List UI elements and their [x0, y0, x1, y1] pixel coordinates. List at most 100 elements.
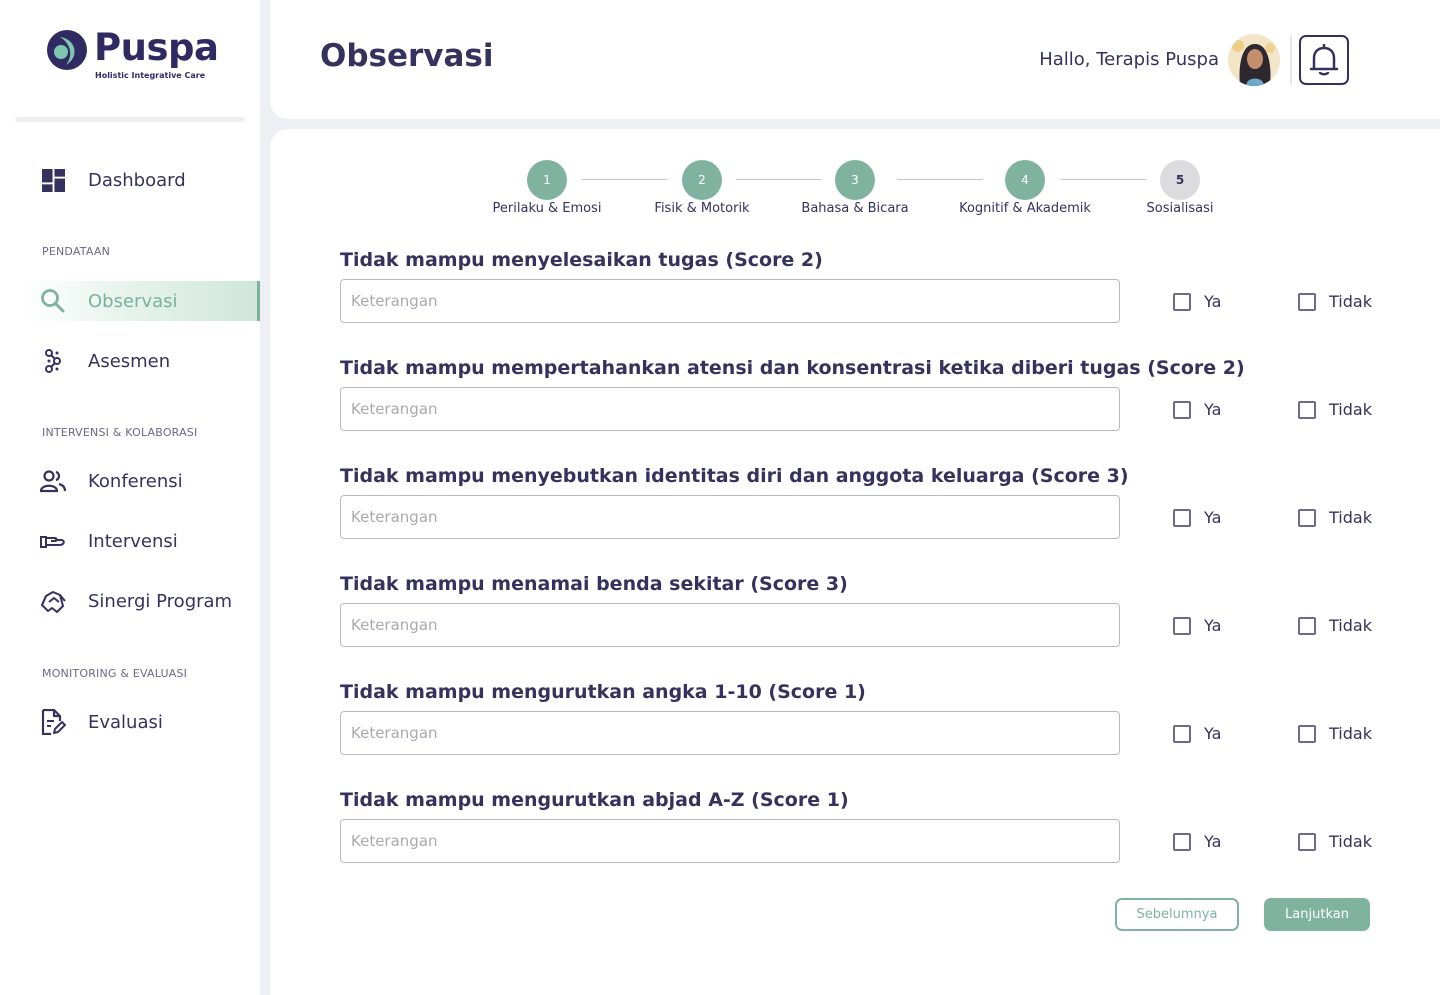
page-title: Observasi — [320, 38, 494, 74]
step-connector — [897, 179, 983, 180]
no-option[interactable]: Tidak — [1298, 616, 1372, 635]
brand-name: Puspa — [94, 26, 219, 69]
step-label: Sosialisasi — [1146, 201, 1214, 216]
greeting-text: Hallo, Terapis Puspa — [1039, 49, 1219, 70]
section-title-pendataan: PENDATAAN — [42, 245, 111, 258]
brand-tagline: Holistic Integrative Care — [95, 71, 206, 80]
step-label: Kognitif & Akademik — [959, 201, 1091, 216]
step-1[interactable]: 1 — [527, 160, 567, 200]
keterangan-input[interactable] — [340, 387, 1120, 431]
keterangan-input[interactable] — [340, 711, 1120, 755]
section-title-intervensi: INTERVENSI & KOLABORASI — [42, 426, 198, 439]
search-icon — [41, 289, 65, 313]
yes-checkbox[interactable] — [1173, 400, 1191, 419]
section-title-monitoring: MONITORING & EVALUASI — [42, 667, 188, 680]
sidebar-item-dashboard[interactable]: Dashboard — [0, 160, 260, 200]
no-label: Tidak — [1329, 724, 1372, 743]
no-option[interactable]: Tidak — [1298, 724, 1372, 743]
question-title: Tidak mampu menyebutkan identitas diri d… — [340, 465, 1129, 487]
dashboard-icon — [42, 169, 65, 192]
no-checkbox[interactable] — [1298, 832, 1316, 851]
yes-checkbox[interactable] — [1173, 616, 1191, 635]
keterangan-input[interactable] — [340, 819, 1120, 863]
no-option[interactable]: Tidak — [1298, 832, 1372, 851]
brand-logo[interactable]: Puspa Holistic Integrative Care — [46, 26, 219, 88]
top-header: Observasi Hallo, Terapis Puspa — [270, 0, 1440, 119]
hand-icon — [40, 536, 65, 548]
keterangan-input[interactable] — [340, 495, 1120, 539]
question-title: Tidak mampu menamai benda sekitar (Score… — [340, 573, 848, 595]
yes-option[interactable]: Ya — [1173, 832, 1221, 851]
yes-checkbox[interactable] — [1173, 292, 1191, 311]
yes-checkbox[interactable] — [1173, 832, 1191, 851]
yes-option[interactable]: Ya — [1173, 616, 1221, 635]
sidebar-item-label: Sinergi Program — [88, 590, 233, 612]
no-label: Tidak — [1329, 400, 1372, 419]
sidebar-item-sinergi-program[interactable]: Sinergi Program — [0, 581, 260, 621]
avatar[interactable] — [1228, 34, 1280, 86]
no-label: Tidak — [1329, 292, 1372, 311]
keterangan-input[interactable] — [340, 603, 1120, 647]
no-checkbox[interactable] — [1298, 724, 1316, 743]
no-label: Tidak — [1329, 508, 1372, 527]
question-title: Tidak mampu mengurutkan abjad A-Z (Score… — [340, 789, 849, 811]
step-connector — [582, 179, 668, 180]
bell-icon — [1309, 44, 1339, 76]
yes-checkbox[interactable] — [1173, 508, 1191, 527]
yes-option[interactable]: Ya — [1173, 724, 1221, 743]
sidebar-item-intervensi[interactable]: Intervensi — [0, 521, 260, 561]
sidebar-item-observasi[interactable]: Observasi — [0, 281, 260, 321]
users-icon — [40, 470, 66, 493]
yes-label: Ya — [1204, 508, 1222, 527]
sidebar-item-label: Intervensi — [88, 530, 178, 552]
no-option[interactable]: Tidak — [1298, 400, 1372, 419]
no-option[interactable]: Tidak — [1298, 508, 1372, 527]
header-separator — [1290, 35, 1292, 85]
yes-label: Ya — [1204, 832, 1222, 851]
step-2[interactable]: 2 — [682, 160, 722, 200]
yes-option[interactable]: Ya — [1173, 400, 1221, 419]
notification-button[interactable] — [1299, 35, 1349, 85]
step-label: Bahasa & Bicara — [801, 201, 909, 216]
question-title: Tidak mampu mempertahankan atensi dan ko… — [340, 357, 1245, 379]
yes-label: Ya — [1204, 292, 1222, 311]
yes-checkbox[interactable] — [1173, 724, 1191, 743]
avatar-photo — [1228, 34, 1280, 86]
dna-icon — [45, 349, 61, 373]
no-checkbox[interactable] — [1298, 508, 1316, 527]
sidebar-item-konferensi[interactable]: Konferensi — [0, 461, 260, 501]
no-option[interactable]: Tidak — [1298, 292, 1372, 311]
puspa-logo-icon — [47, 30, 87, 70]
no-checkbox[interactable] — [1298, 400, 1316, 419]
step-connector — [736, 179, 822, 180]
no-label: Tidak — [1329, 832, 1372, 851]
sidebar-item-asesmen[interactable]: Asesmen — [0, 341, 260, 381]
main-content: 1 Perilaku & Emosi 2 Fisik & Motorik 3 B… — [270, 129, 1440, 995]
sidebar-item-label: Konferensi — [88, 470, 183, 492]
yes-option[interactable]: Ya — [1173, 292, 1221, 311]
yes-label: Ya — [1204, 724, 1222, 743]
previous-button[interactable]: Sebelumnya — [1115, 898, 1239, 931]
step-label: Fisik & Motorik — [654, 201, 750, 216]
sidebar-item-evaluasi[interactable]: Evaluasi — [0, 702, 260, 742]
step-4[interactable]: 4 — [1005, 160, 1045, 200]
no-checkbox[interactable] — [1298, 616, 1316, 635]
sidebar-item-label: Observasi — [88, 290, 178, 312]
yes-option[interactable]: Ya — [1173, 508, 1221, 527]
sidebar-item-label: Asesmen — [88, 350, 171, 372]
keterangan-input[interactable] — [340, 279, 1120, 323]
sidebar-item-label: Dashboard — [88, 169, 186, 191]
step-5[interactable]: 5 — [1160, 160, 1200, 200]
sidebar-item-label: Evaluasi — [88, 711, 163, 733]
question-title: Tidak mampu menyelesaikan tugas (Score 2… — [340, 249, 823, 271]
no-checkbox[interactable] — [1298, 292, 1316, 311]
no-label: Tidak — [1329, 616, 1372, 635]
question-title: Tidak mampu mengurutkan angka 1-10 (Scor… — [340, 681, 866, 703]
yes-label: Ya — [1204, 616, 1222, 635]
yes-label: Ya — [1204, 400, 1222, 419]
next-button[interactable]: Lanjutkan — [1264, 898, 1370, 931]
handshake-icon — [41, 591, 66, 613]
step-label: Perilaku & Emosi — [492, 201, 602, 216]
step-3[interactable]: 3 — [835, 160, 875, 200]
document-edit-icon — [41, 709, 66, 735]
